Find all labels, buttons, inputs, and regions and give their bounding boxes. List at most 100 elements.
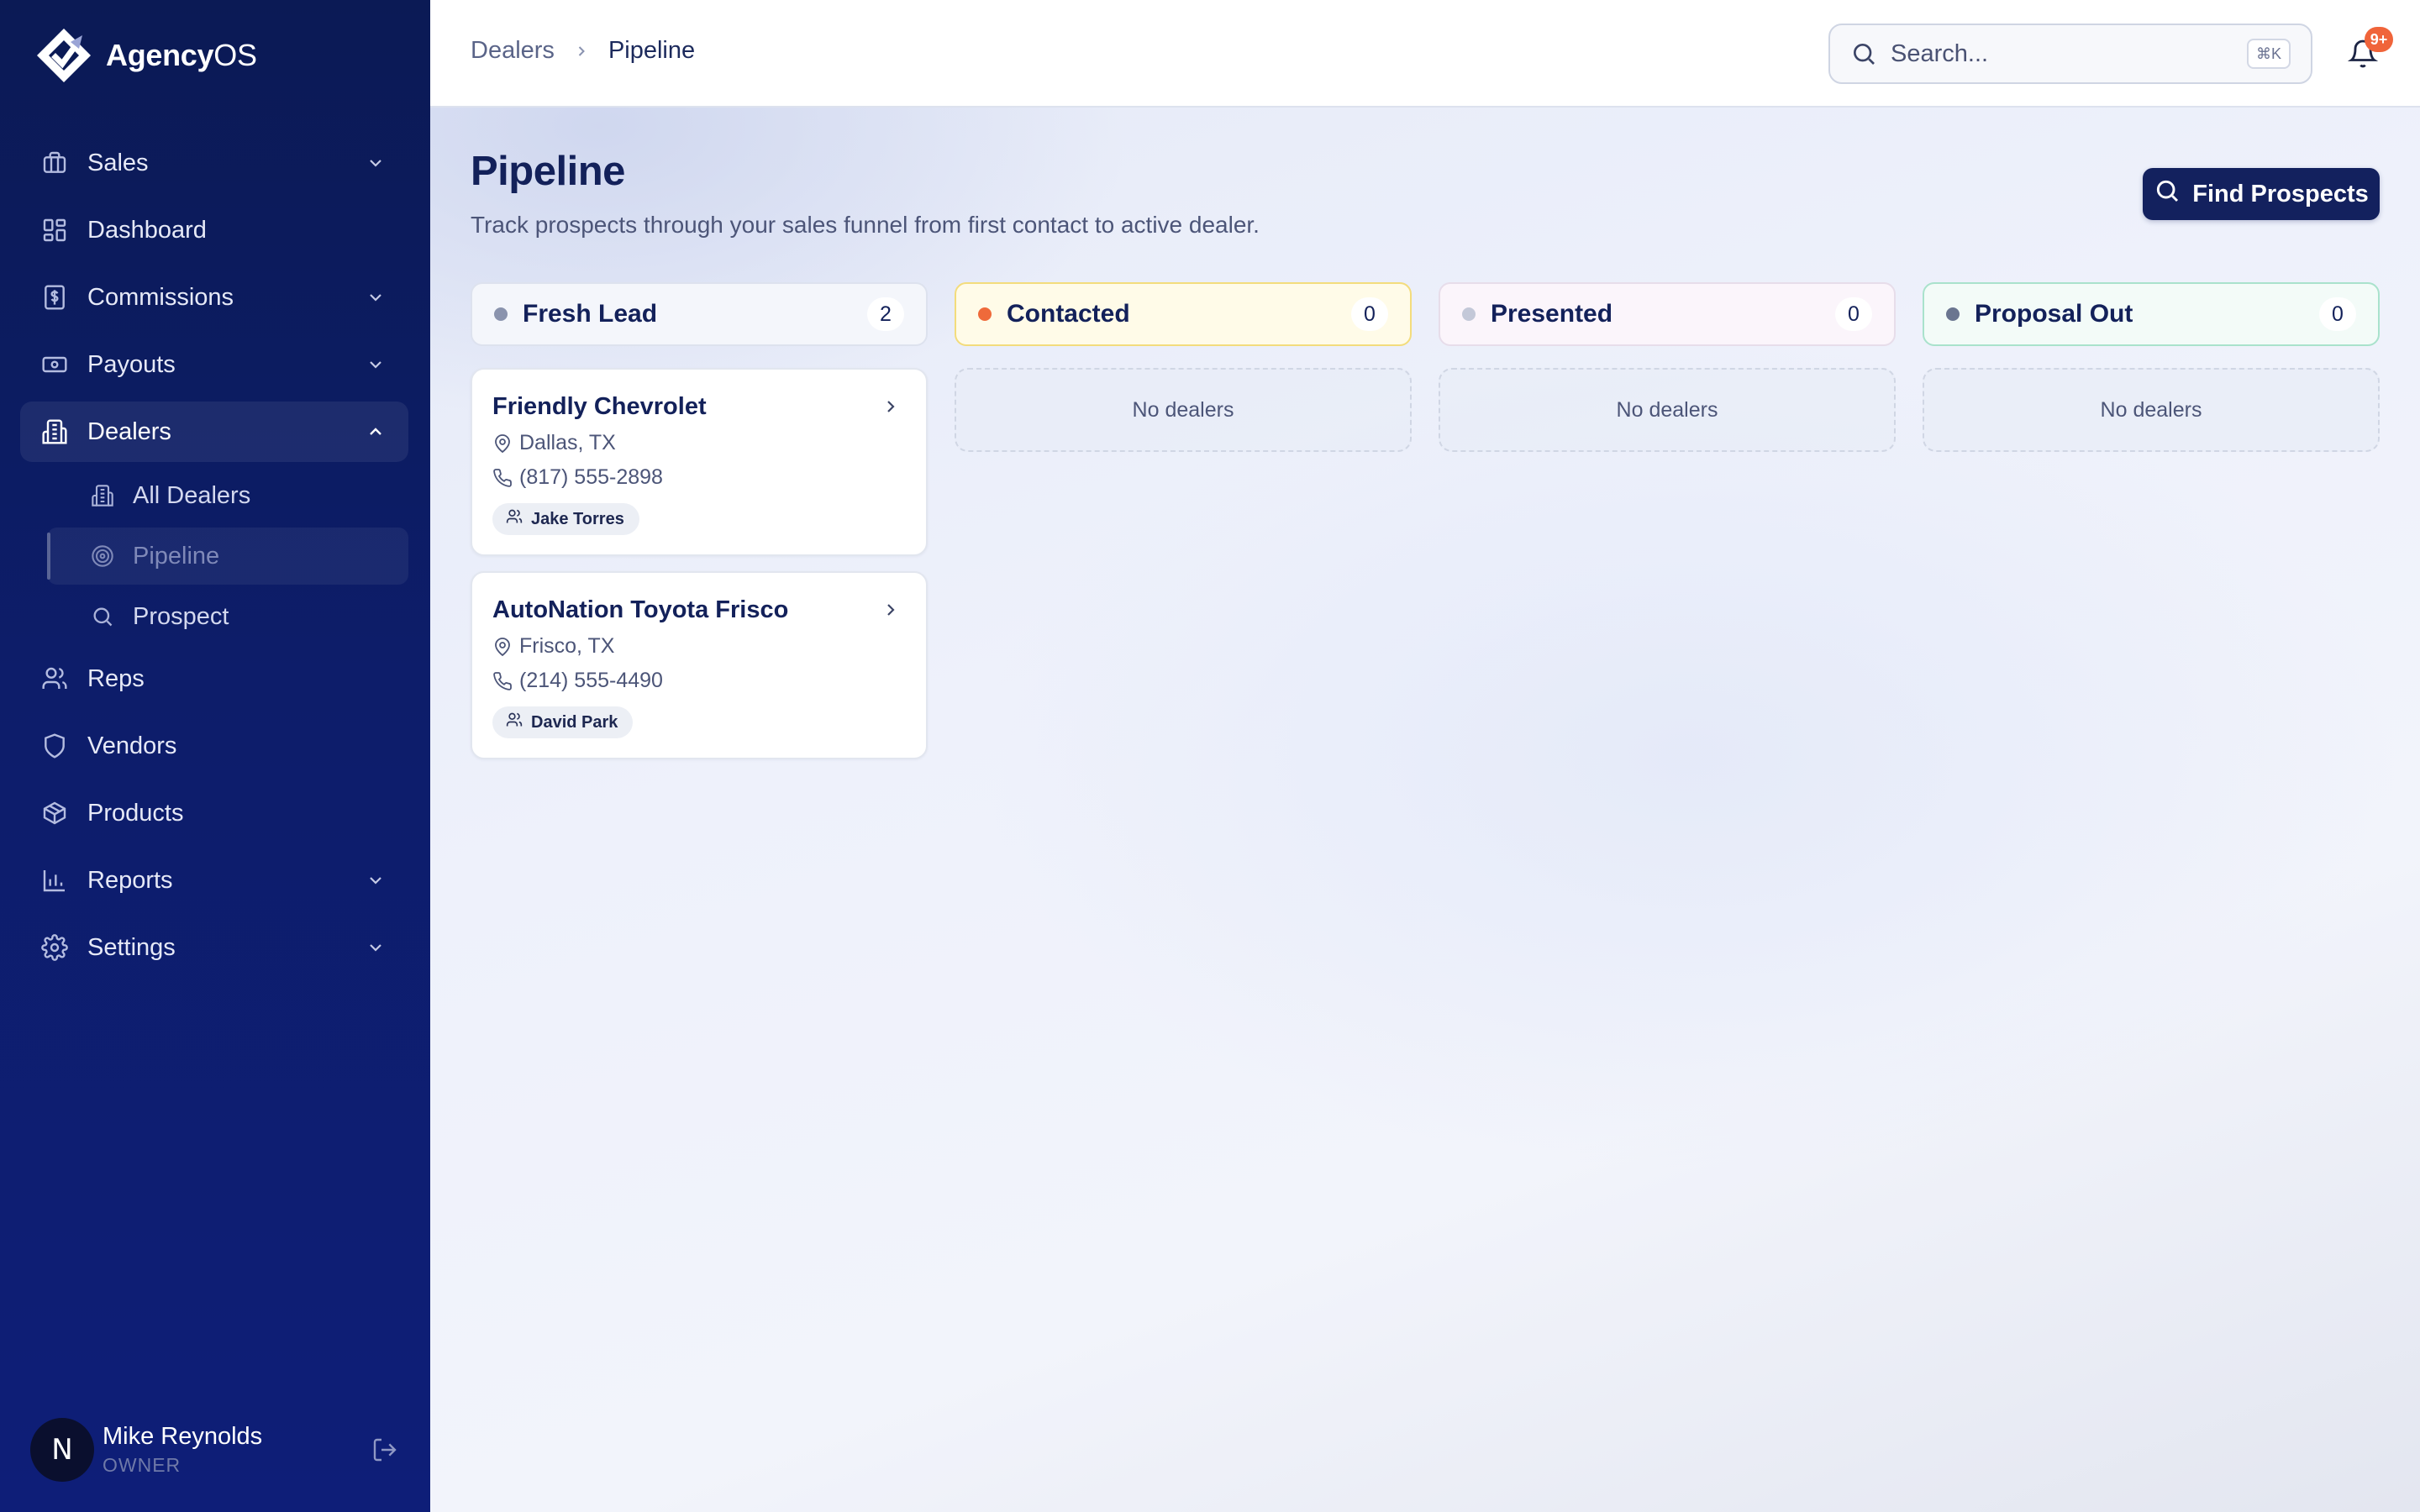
rep-tag: David Park <box>492 706 634 738</box>
sidebar-item-dealers[interactable]: Dealers <box>20 402 408 462</box>
dealer-location: Frisco, TX <box>492 634 906 659</box>
status-dot <box>494 307 508 321</box>
location-text: Dallas, TX <box>519 431 616 454</box>
find-prospects-button[interactable]: Find Prospects <box>2143 168 2380 220</box>
chevron-right-icon <box>881 600 901 620</box>
sidebar-item-label: Products <box>87 799 184 827</box>
sidebar-item-label: Reps <box>87 664 145 692</box>
building-icon <box>89 482 116 509</box>
sidebar-item-label: Reports <box>87 866 173 894</box>
logo-icon <box>34 25 94 86</box>
column-count: 0 <box>1835 297 1872 331</box>
phone-icon <box>492 468 513 488</box>
search-input[interactable] <box>1891 39 2247 68</box>
notifications-button[interactable]: 9+ <box>2339 27 2393 81</box>
sidebar-item-label: Sales <box>87 149 149 176</box>
bar-chart-icon <box>40 866 69 895</box>
breadcrumb: Dealers Pipeline <box>471 37 695 65</box>
pipeline-column-contacted: Contacted 0 No dealers <box>955 282 1412 774</box>
logout-icon[interactable] <box>370 1435 400 1465</box>
dealer-card[interactable]: AutoNation Toyota Frisco Frisco, TX (214… <box>471 571 928 759</box>
column-header: Proposal Out 0 <box>1923 282 2380 346</box>
sidebar-item-label: All Dealers <box>133 481 251 509</box>
phone-text: (214) 555-4490 <box>519 669 663 692</box>
sidebar-item-label: Payouts <box>87 350 176 378</box>
dashboard-icon <box>40 216 69 244</box>
dealer-location: Dallas, TX <box>492 431 906 455</box>
sidebar-item-label: Settings <box>87 933 176 961</box>
empty-state: No dealers <box>1923 368 2380 452</box>
building-icon <box>40 417 69 446</box>
find-prospects-label: Find Prospects <box>2192 180 2369 207</box>
dealer-card[interactable]: Friendly Chevrolet Dallas, TX (817) 555-… <box>471 368 928 556</box>
search-box[interactable]: ⌘K <box>1828 24 2312 84</box>
sidebar-item-all-dealers[interactable]: All Dealers <box>47 467 408 524</box>
sidebar: AgencyOS Sales Dashboard Commissions Pay… <box>0 0 430 1512</box>
brand-name: AgencyOS <box>106 38 257 72</box>
map-pin-icon <box>492 637 513 657</box>
user-info: Mike Reynolds OWNER <box>103 1423 370 1477</box>
top-bar: Dealers Pipeline ⌘K 9+ <box>430 0 2420 108</box>
sidebar-nav: Sales Dashboard Commissions Payouts Deal… <box>20 133 408 984</box>
target-icon <box>89 543 116 570</box>
column-count: 2 <box>867 297 904 331</box>
pipeline-column-fresh-lead: Fresh Lead 2 Friendly Chevrolet Dallas, … <box>471 282 928 774</box>
user-role: OWNER <box>103 1454 182 1476</box>
shield-icon <box>40 732 69 760</box>
search-shortcut: ⌘K <box>2247 39 2291 69</box>
column-header: Fresh Lead 2 <box>471 282 928 346</box>
column-title: Presented <box>1491 300 1613 328</box>
sidebar-item-dashboard[interactable]: Dashboard <box>20 200 408 260</box>
location-text: Frisco, TX <box>519 634 615 658</box>
user-name: Mike Reynolds <box>103 1423 263 1450</box>
notification-badge: 9+ <box>2365 27 2393 52</box>
sidebar-item-label: Commissions <box>87 283 234 311</box>
sidebar-item-commissions[interactable]: Commissions <box>20 267 408 328</box>
sidebar-item-sales[interactable]: Sales <box>20 133 408 193</box>
sidebar-item-label: Dashboard <box>87 216 207 244</box>
user-profile[interactable]: N Mike Reynolds OWNER <box>30 1415 400 1485</box>
column-title: Proposal Out <box>1975 300 2133 328</box>
dealer-phone: (214) 555-4490 <box>492 669 906 693</box>
sidebar-item-pipeline[interactable]: Pipeline <box>47 528 408 585</box>
status-dot <box>1462 307 1476 321</box>
dealer-phone: (817) 555-2898 <box>492 465 906 490</box>
brand[interactable]: AgencyOS <box>34 25 257 86</box>
sidebar-item-payouts[interactable]: Payouts <box>20 334 408 395</box>
sidebar-item-label: Prospect <box>133 602 229 630</box>
empty-state: No dealers <box>1439 368 1896 452</box>
column-title: Contacted <box>1007 300 1130 328</box>
map-pin-icon <box>492 433 513 454</box>
column-count: 0 <box>1351 297 1388 331</box>
sidebar-item-settings[interactable]: Settings <box>20 917 408 978</box>
dealer-name: AutoNation Toyota Frisco <box>492 596 789 623</box>
sidebar-item-label: Vendors <box>87 732 177 759</box>
search-icon <box>2154 177 2181 211</box>
pipeline-board: Fresh Lead 2 Friendly Chevrolet Dallas, … <box>471 282 2381 774</box>
users-icon <box>40 664 69 693</box>
empty-state: No dealers <box>955 368 1412 452</box>
sidebar-item-prospect[interactable]: Prospect <box>47 588 408 645</box>
sidebar-item-label: Pipeline <box>133 542 220 570</box>
dealers-submenu: All Dealers Pipeline Prospect <box>20 467 408 645</box>
chevron-right-icon <box>881 396 901 417</box>
users-icon <box>506 711 523 733</box>
chevron-down-icon <box>365 354 387 375</box>
sidebar-item-reports[interactable]: Reports <box>20 850 408 911</box>
chevron-right-icon <box>573 43 590 60</box>
chevron-down-icon <box>365 937 387 958</box>
users-icon <box>506 508 523 530</box>
sidebar-item-vendors[interactable]: Vendors <box>20 716 408 776</box>
breadcrumb-current: Pipeline <box>608 37 696 64</box>
column-count: 0 <box>2319 297 2356 331</box>
package-icon <box>40 799 69 827</box>
sidebar-item-products[interactable]: Products <box>20 783 408 843</box>
sidebar-item-reps[interactable]: Reps <box>20 648 408 709</box>
search-icon <box>89 603 116 630</box>
chevron-down-icon <box>365 869 387 891</box>
briefcase-icon <box>40 149 69 177</box>
breadcrumb-dealers[interactable]: Dealers <box>471 37 555 65</box>
rep-name: David Park <box>531 712 618 732</box>
commissions-icon <box>40 283 69 312</box>
gear-icon <box>40 933 69 962</box>
